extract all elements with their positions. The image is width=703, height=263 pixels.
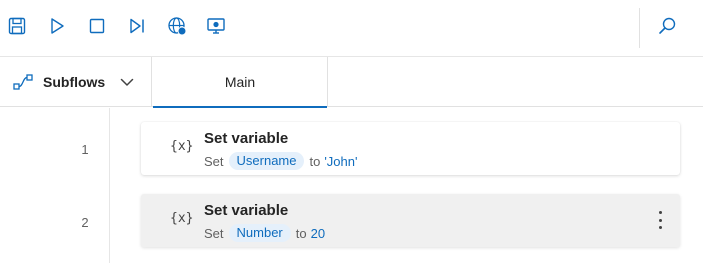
variable-pill[interactable]: Number (228, 224, 291, 242)
search-button[interactable] (654, 13, 680, 39)
run-next-action-icon (130, 18, 144, 34)
to-word: to (309, 153, 321, 169)
search-icon (659, 17, 676, 34)
action-set-variable-number[interactable]: {x} Set variable Set Number to 20 (141, 194, 680, 247)
action-set-variable-username[interactable]: {x} Set variable Set Username to 'John' (141, 122, 680, 175)
stop-button[interactable] (84, 13, 110, 39)
tab-bar: Subflows Main (0, 56, 703, 108)
subflows-icon (12, 71, 34, 93)
line-number: 2 (81, 215, 89, 230)
value-text: 20 (310, 225, 326, 241)
tab-main-label: Main (224, 74, 256, 90)
save-button[interactable] (4, 13, 30, 39)
action-title: Set variable (204, 130, 289, 147)
line-number: 1 (81, 142, 89, 157)
toolbar-divider (639, 8, 640, 48)
toolbar (0, 0, 703, 56)
web-recorder-icon (168, 17, 187, 36)
value-text: 'John' (324, 153, 358, 169)
line-number-gutter: 1 2 (0, 108, 110, 263)
subflows-dropdown[interactable]: Subflows (0, 57, 152, 107)
run-next-action-button[interactable] (124, 13, 150, 39)
desktop-recorder-icon (207, 18, 225, 34)
action-title: Set variable (204, 202, 289, 219)
more-options-icon[interactable] (652, 208, 668, 232)
run-button[interactable] (44, 13, 70, 39)
run-icon (51, 18, 64, 34)
action-description: Set Username to 'John' (204, 152, 357, 170)
flow-designer: 1 2 {x} Set variable Set Username to 'Jo… (0, 108, 703, 263)
set-word: Set (204, 153, 224, 169)
stop-icon (89, 18, 105, 34)
save-icon (8, 17, 26, 35)
subflows-label: Subflows (43, 74, 106, 90)
to-word: to (295, 225, 307, 241)
variable-icon: {x} (170, 211, 194, 226)
action-description: Set Number to 20 (204, 224, 325, 242)
desktop-recorder-button[interactable] (203, 13, 229, 39)
variable-pill[interactable]: Username (228, 152, 305, 170)
tab-main[interactable]: Main (153, 57, 328, 108)
chevron-down-icon (120, 78, 134, 86)
variable-icon: {x} (170, 139, 194, 154)
web-recorder-button[interactable] (164, 13, 190, 39)
set-word: Set (204, 225, 224, 241)
